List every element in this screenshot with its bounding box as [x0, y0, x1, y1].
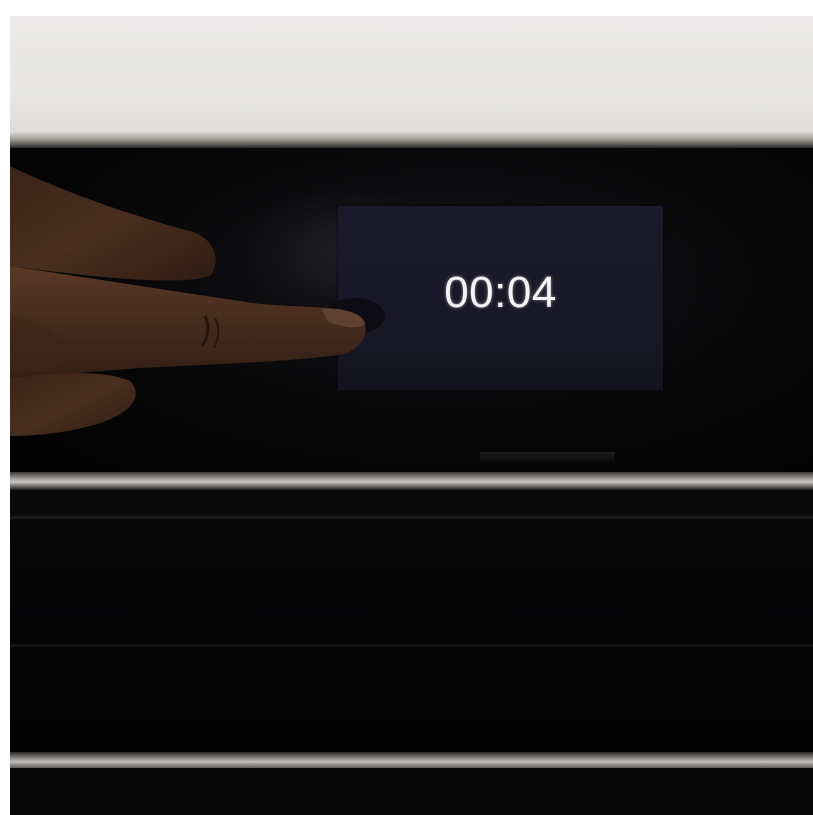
- curled-finger: [10, 373, 136, 436]
- hand-image: [10, 166, 385, 436]
- oven-scene: 00:04: [10, 16, 813, 815]
- middle-finger: [10, 166, 216, 281]
